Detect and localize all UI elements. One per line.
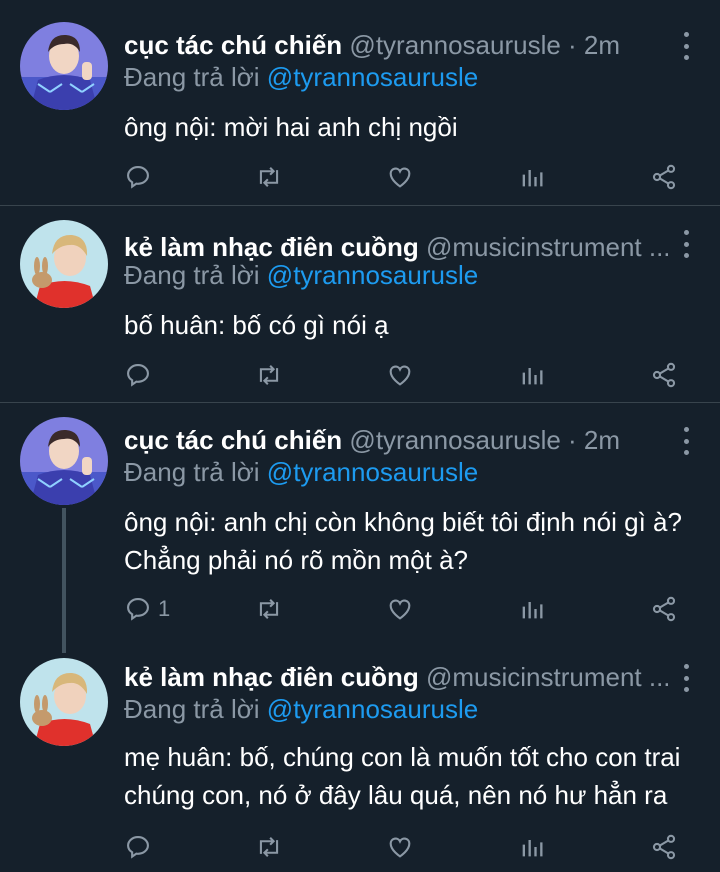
tweet-text-line: mẹ huân: bố, chúng con là muốn tốt cho c… xyxy=(124,742,681,772)
avatar[interactable] xyxy=(20,658,108,746)
heart-icon xyxy=(389,599,411,620)
analytics-icon xyxy=(522,368,543,385)
retweet-icon xyxy=(259,837,279,857)
action-bar: 1 xyxy=(0,594,720,624)
analytics-button[interactable] xyxy=(518,162,546,192)
replying-to-label: Đang trả lời xyxy=(124,457,260,487)
reply-icon xyxy=(127,836,149,859)
like-button[interactable] xyxy=(386,162,414,192)
tweet-text-line: chúng con, nó ở đây lâu quá, nên nó hư h… xyxy=(124,780,668,810)
avatar[interactable] xyxy=(20,417,108,505)
tweet-header: kẻ làm nhạc điên cuồng @musicinstrument … xyxy=(124,660,668,694)
share-button[interactable] xyxy=(650,594,678,624)
tweet-text: mẹ huân: bố, chúng con là muốn tốt cho c… xyxy=(124,738,700,814)
retweet-button[interactable] xyxy=(254,360,284,390)
display-name[interactable]: cục tác chú chiến xyxy=(124,425,342,455)
share-button[interactable] xyxy=(650,832,678,862)
replying-to-label: Đang trả lời xyxy=(124,694,260,724)
share-button[interactable] xyxy=(650,360,678,390)
tweet-text-line: ông nội: anh chị còn không biết tôi định… xyxy=(124,507,682,537)
tweet[interactable]: kẻ làm nhạc điên cuồng @musicinstrument … xyxy=(0,648,720,872)
retweet-button[interactable] xyxy=(254,832,284,862)
share-icon xyxy=(652,362,676,388)
reply-button[interactable] xyxy=(124,832,158,862)
mention-link[interactable]: @tyrannosaurusle xyxy=(267,260,478,290)
tweet-text-line: Chẳng phải nó rõ mồn một à? xyxy=(124,545,468,575)
reply-button[interactable] xyxy=(124,162,158,192)
replying-to-label: Đang trả lời xyxy=(124,260,260,290)
replying-to: Đang trả lời @tyrannosaurusle xyxy=(124,455,478,489)
replying-to: Đang trả lời @tyrannosaurusle xyxy=(124,258,478,292)
heart-icon xyxy=(389,837,411,858)
share-icon xyxy=(652,834,676,860)
reply-count: 1 xyxy=(158,596,171,621)
retweet-icon xyxy=(259,167,279,187)
handle-and-time[interactable]: @musicinstrument ... xyxy=(426,662,668,692)
analytics-button[interactable] xyxy=(518,594,546,624)
tweet-text: bố huân: bố có gì nói ạ xyxy=(124,306,700,344)
analytics-icon xyxy=(522,602,543,619)
more-vertical-icon[interactable] xyxy=(682,32,690,60)
more-vertical-icon[interactable] xyxy=(682,230,690,258)
mention-link[interactable]: @tyrannosaurusle xyxy=(267,62,478,92)
tweet[interactable]: cục tác chú chiến @tyrannosaurusle · 2m … xyxy=(0,403,720,648)
tweet-header: cục tác chú chiến @tyrannosaurusle · 2m xyxy=(124,423,668,457)
heart-icon xyxy=(389,167,411,188)
retweet-button[interactable] xyxy=(254,162,284,192)
tweet-thread-feed: cục tác chú chiến @tyrannosaurusle · 2m … xyxy=(0,0,720,872)
avatar[interactable] xyxy=(20,220,108,308)
retweet-icon xyxy=(259,599,279,619)
avatar[interactable] xyxy=(20,22,108,110)
tweet[interactable]: cục tác chú chiến @tyrannosaurusle · 2m … xyxy=(0,0,720,205)
display-name[interactable]: kẻ làm nhạc điên cuồng xyxy=(124,662,419,692)
mention-link[interactable]: @tyrannosaurusle xyxy=(267,457,478,487)
tweet-header: cục tác chú chiến @tyrannosaurusle · 2m xyxy=(124,28,668,62)
replying-to: Đang trả lời @tyrannosaurusle xyxy=(124,60,478,94)
mention-link[interactable]: @tyrannosaurusle xyxy=(267,694,478,724)
action-bar xyxy=(0,162,720,192)
share-icon xyxy=(652,164,676,190)
reply-icon xyxy=(127,364,149,387)
share-icon xyxy=(652,596,676,622)
tweet-text: ông nội: mời hai anh chị ngồi xyxy=(124,108,700,146)
replying-to: Đang trả lời @tyrannosaurusle xyxy=(124,692,478,726)
tweet-text-line: bố huân: bố có gì nói ạ xyxy=(124,310,389,340)
reply-button[interactable]: 1 xyxy=(124,594,170,624)
retweet-icon xyxy=(259,365,279,385)
like-button[interactable] xyxy=(386,832,414,862)
tweet-text-line: ông nội: mời hai anh chị ngồi xyxy=(124,112,458,142)
analytics-button[interactable] xyxy=(518,360,546,390)
replying-to-label: Đang trả lời xyxy=(124,62,260,92)
more-vertical-icon[interactable] xyxy=(682,427,690,455)
display-name[interactable]: cục tác chú chiến xyxy=(124,30,342,60)
more-vertical-icon[interactable] xyxy=(682,664,690,692)
action-bar xyxy=(0,832,720,862)
like-button[interactable] xyxy=(386,360,414,390)
analytics-button[interactable] xyxy=(518,832,546,862)
reply-button[interactable] xyxy=(124,360,158,390)
share-button[interactable] xyxy=(650,162,678,192)
analytics-icon xyxy=(522,840,543,857)
tweet[interactable]: kẻ làm nhạc điên cuồng @musicinstrument … xyxy=(0,206,720,402)
reply-icon xyxy=(127,166,149,189)
handle-and-time[interactable]: @tyrannosaurusle · 2m xyxy=(349,30,620,60)
like-button[interactable] xyxy=(386,594,414,624)
action-bar xyxy=(0,360,720,390)
retweet-button[interactable] xyxy=(254,594,284,624)
tweet-text: ông nội: anh chị còn không biết tôi định… xyxy=(124,503,700,579)
analytics-icon xyxy=(522,170,543,187)
handle-and-time[interactable]: @tyrannosaurusle · 2m xyxy=(349,425,620,455)
heart-icon xyxy=(389,365,411,386)
reply-icon xyxy=(127,598,149,621)
